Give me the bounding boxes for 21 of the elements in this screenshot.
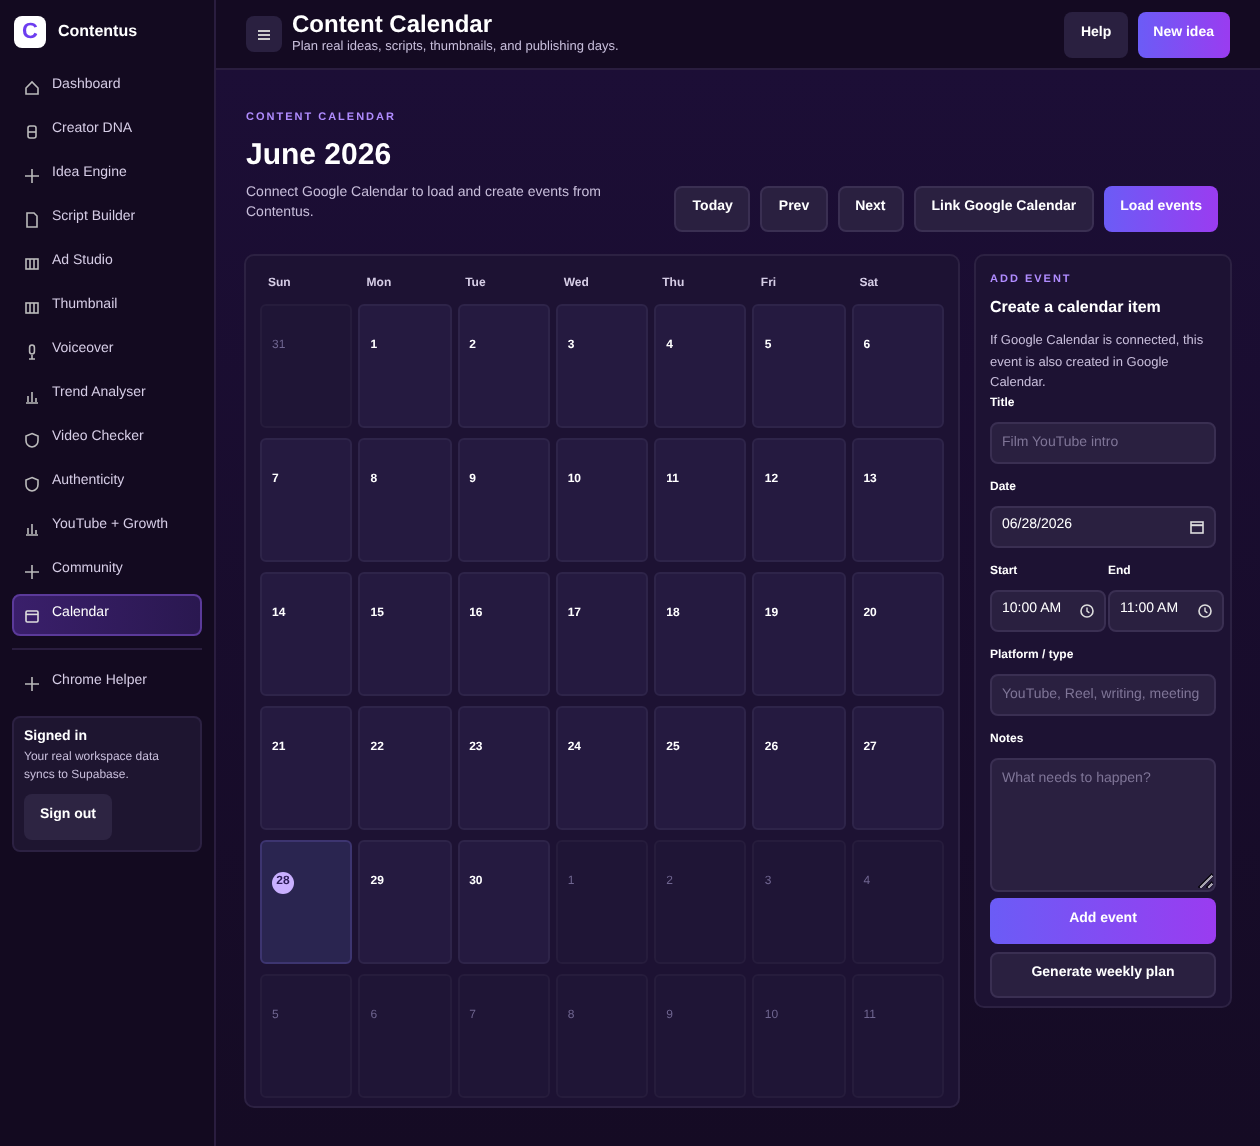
- shield-icon: [24, 475, 40, 491]
- page-title: Content Calendar: [292, 10, 495, 39]
- logo: C: [14, 16, 46, 48]
- brand-name: Contentus: [58, 20, 138, 44]
- menu-button[interactable]: [246, 16, 282, 52]
- grid-icon: [24, 299, 40, 315]
- calendar-icon: [1190, 519, 1204, 533]
- menu-icon: [258, 29, 270, 39]
- shield-icon: [24, 431, 40, 447]
- document-icon: [24, 211, 40, 227]
- panel-title: Create a calendar item: [990, 296, 1163, 320]
- grid-icon: [24, 255, 40, 271]
- calendar-icon: [24, 607, 40, 623]
- bar-chart-icon: [24, 387, 40, 403]
- home-icon: [24, 79, 40, 95]
- microphone-icon: [24, 343, 40, 359]
- bar-chart-icon: [24, 519, 40, 535]
- month-title: June 2026: [246, 136, 394, 177]
- clock-icon: [1198, 603, 1212, 617]
- watch-icon: [24, 123, 40, 139]
- clock-icon: [1080, 603, 1094, 617]
